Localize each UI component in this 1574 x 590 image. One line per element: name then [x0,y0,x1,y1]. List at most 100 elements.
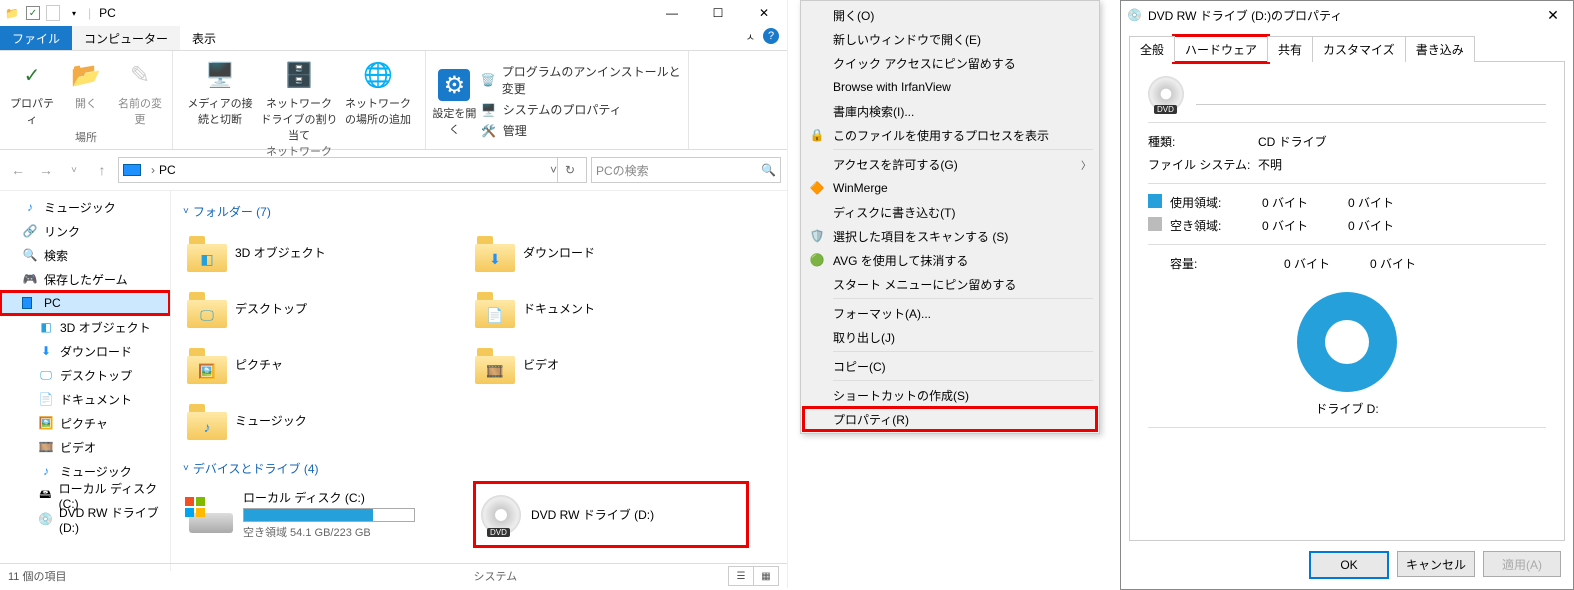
dialog-body: DVD 種類:CD ドライブ ファイル システム:不明 使用領域:0 バイト0 … [1129,61,1565,541]
tree-item-3dobjects[interactable]: ◧3D オブジェクト [0,315,170,339]
open-button[interactable]: 📂 開く [61,55,111,127]
ctx-pin-quick[interactable]: クイック アクセスにピン留めする [803,51,1097,75]
tree-item-music[interactable]: ♪ミュージック [0,195,170,219]
tab-file[interactable]: ファイル [0,26,72,50]
ctx-grant-access[interactable]: アクセスを許可する(G)〉 [803,152,1097,176]
ctx-pin-start[interactable]: スタート メニューにピン留めする [803,272,1097,296]
ctx-open[interactable]: 開く(O) [803,3,1097,27]
apply-button[interactable]: 適用(A) [1483,551,1561,577]
view-details-button[interactable]: ☰ [728,566,754,586]
separator [833,351,1093,352]
address-bar[interactable]: › PC ˅ ↻ [118,157,587,183]
tab-hardware[interactable]: ハードウェア [1174,36,1268,62]
properties-button[interactable]: ✓ プロパティ [7,55,57,127]
ctx-avg-shred[interactable]: 🟢AVG を使用して抹消する [803,248,1097,272]
ctx-scan[interactable]: 🛡️選択した項目をスキャンする (S) [803,224,1097,248]
tree-item-search[interactable]: 🔍検索 [0,243,170,267]
folder-desktop[interactable]: 🖵デスクトップ [183,282,451,334]
refresh-button[interactable]: ↻ [557,158,582,182]
system-properties-link[interactable]: 🖥️システムのプロパティ [481,101,682,118]
folder-music[interactable]: ♪ミュージック [183,394,451,446]
minimize-button[interactable]: — [649,0,695,26]
ctx-irfanview[interactable]: Browse with IrfanView [803,75,1097,99]
value-filesystem: 不明 [1258,156,1282,173]
dialog-buttons: OK キャンセル 適用(A) [1121,541,1573,589]
dropdown-icon[interactable]: ▾ [66,5,82,21]
folder-pictures[interactable]: 🖼️ピクチャ [183,338,451,390]
recent-button[interactable]: ˅ [62,158,86,182]
ctx-burn[interactable]: ディスクに書き込む(T) [803,200,1097,224]
drive-dvd[interactable]: DVD DVD RW ドライブ (D:) [475,483,747,546]
search-input[interactable]: PCの検索 🔍 [591,157,781,183]
dropdown-icon[interactable]: ˅ [550,163,557,177]
tab-recording[interactable]: 書き込み [1405,36,1475,62]
drive-name-field[interactable] [1196,84,1546,105]
collapse-ribbon-icon[interactable]: ㅅ [746,29,755,44]
media-button[interactable]: 🖥️ メディアの接続と切断 [185,55,255,143]
ctx-eject[interactable]: 取り出し(J) [803,325,1097,349]
tab-general[interactable]: 全般 [1129,36,1175,62]
uninstall-programs-link[interactable]: 🗑️プログラムのアンインストールと変更 [481,63,682,97]
tree-item-desktop[interactable]: 🖵デスクトップ [0,363,170,387]
tab-view[interactable]: 表示 [180,26,228,50]
folder-icon: 🖵 [187,288,227,328]
folder-documents[interactable]: 📄ドキュメント [471,282,739,334]
add-location-button[interactable]: 🌐 ネットワークの場所の追加 [343,55,413,143]
tree-item-video[interactable]: 🎞️ビデオ [0,435,170,459]
group-label-place: 場所 [75,129,97,147]
folder-video[interactable]: 🎞️ビデオ [471,338,739,390]
tree-item-dvddrive[interactable]: 💿DVD RW ドライブ (D:) [0,507,170,531]
globe-icon: 🌐 [362,59,394,91]
blank-page-icon[interactable] [46,5,60,21]
back-button[interactable]: ← [6,158,30,182]
folder-icon: 🎞️ [475,344,515,384]
status-text: 11 個の項目 [8,568,66,584]
tree-item-savedgames[interactable]: 🎮保存したゲーム [0,267,170,291]
close-button[interactable]: ✕ [1533,1,1573,29]
ctx-new-window[interactable]: 新しいウィンドウで開く(E) [803,27,1097,51]
window-title: PC [99,6,116,20]
cancel-button[interactable]: キャンセル [1397,551,1475,577]
tab-customize[interactable]: カスタマイズ [1312,36,1406,62]
drive-name: ローカル ディスク (C:) [243,489,415,506]
ctx-properties[interactable]: プロパティ(R) [803,407,1097,431]
tree-item-pictures[interactable]: 🖼️ピクチャ [0,411,170,435]
ctx-shortcut[interactable]: ショートカットの作成(S) [803,383,1097,407]
tab-computer[interactable]: コンピューター [72,26,180,50]
media-icon: 🖥️ [204,59,236,91]
label-used: 使用領域: [1170,194,1262,211]
tree-item-downloads[interactable]: ⬇ダウンロード [0,339,170,363]
help-icon[interactable]: ? [763,28,779,44]
group-header-folders[interactable]: ˅フォルダー (7) [183,203,775,220]
group-header-devices[interactable]: ˅デバイスとドライブ (4) [183,460,775,477]
ctx-format[interactable]: フォーマット(A)... [803,301,1097,325]
windows-logo-icon [185,497,205,517]
folder-3dobjects[interactable]: ◧3D オブジェクト [183,226,451,278]
view-tiles-button[interactable]: ▦ [753,566,779,586]
ctx-processes[interactable]: 🔒このファイルを使用するプロセスを表示 [803,123,1097,147]
manage-link[interactable]: 🛠️管理 [481,122,682,139]
breadcrumb-pc[interactable]: PC [159,163,176,177]
picture-icon: 🖼️ [38,415,54,431]
tree-item-documents[interactable]: 📄ドキュメント [0,387,170,411]
settings-button[interactable]: ⚙ 設定を開く [432,65,477,137]
tree-item-pc[interactable]: PC [0,291,170,315]
ctx-winmerge[interactable]: 🔶WinMerge [803,176,1097,200]
ok-button[interactable]: OK [1309,551,1389,579]
drive-localdisk[interactable]: ローカル ディスク (C:) 空き領域 54.1 GB/223 GB [183,483,455,546]
folder-downloads[interactable]: ⬇ダウンロード [471,226,739,278]
close-button[interactable]: ✕ [741,0,787,26]
ctx-vault-search[interactable]: 書庫内検索(I)... [803,99,1097,123]
ctx-copy[interactable]: コピー(C) [803,354,1097,378]
forward-button[interactable]: → [34,158,58,182]
chevron-right-icon: › [151,163,155,177]
rename-button[interactable]: ✎ 名前の変更 [115,55,165,127]
maximize-button[interactable]: ☐ [695,0,741,26]
checkbox-icon[interactable]: ✓ [26,6,40,20]
document-icon: 📄 [38,391,54,407]
up-button[interactable]: ↑ [90,158,114,182]
map-drive-button[interactable]: 🗄️ ネットワーク ドライブの割り当て [259,55,339,143]
folder-open-icon: 📂 [70,59,102,91]
tree-item-links[interactable]: 🔗リンク [0,219,170,243]
tab-sharing[interactable]: 共有 [1267,36,1313,62]
